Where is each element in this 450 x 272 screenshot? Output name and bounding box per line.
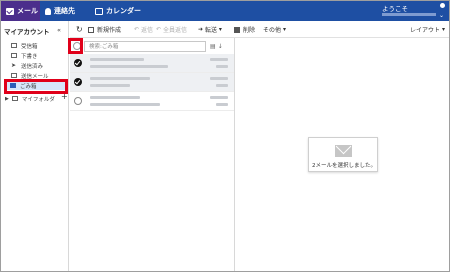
highlight-box-select-all: [68, 38, 83, 54]
welcome-text: ようこそ: [382, 5, 408, 13]
calendar-icon: [95, 7, 103, 15]
reply-button[interactable]: ↶ 返信: [134, 21, 153, 38]
forward-button[interactable]: ➜ 転送 ▾: [198, 21, 222, 38]
list-view-icons[interactable]: ▤ ↓: [210, 43, 223, 50]
row-checkbox-checked[interactable]: [74, 59, 82, 67]
redacted-subject: [90, 103, 160, 106]
chevron-down-icon: ▾: [218, 26, 222, 33]
account-title: マイアカウント: [4, 28, 50, 36]
tab-contacts-label: 連絡先: [54, 7, 75, 15]
reply-all-button[interactable]: ↶ 全員返信: [156, 21, 187, 38]
forward-icon: ➜: [198, 26, 204, 33]
redacted-size: [216, 84, 228, 87]
search-input[interactable]: [84, 41, 206, 52]
redacted-date: [210, 58, 228, 61]
tab-calendar[interactable]: カレンダー: [91, 1, 151, 21]
gear-icon[interactable]: [440, 3, 445, 8]
inbox-icon: [11, 43, 17, 48]
sidebar-item-label: マイフォルダ: [21, 96, 55, 103]
redacted-subject: [90, 84, 130, 87]
app-window: メール 連絡先 カレンダー ようこそ ⌄ マイアカウント « 受信箱 下書き ➤…: [0, 0, 450, 272]
expand-arrow-icon[interactable]: ▶: [5, 96, 9, 102]
collapse-sidebar-button[interactable]: «: [57, 26, 61, 34]
more-actions-label: その他: [263, 27, 282, 34]
redacted-date: [210, 77, 228, 80]
compose-button[interactable]: 新規作成: [88, 21, 121, 38]
message-detail-pane: 2メールを選択しました。: [236, 38, 449, 271]
sidebar-item-my-folders[interactable]: ▶ マイフォルダ: [5, 94, 55, 103]
mail-toolbar: ↻ 新規作成 ↶ 返信 ↶ 全員返信 ➜ 転送 ▾ 削除 その他 ▾ レイアウト…: [70, 21, 449, 38]
sidebar-item-label: 下書き: [21, 53, 38, 60]
user-icon: [45, 7, 51, 15]
delete-button[interactable]: 削除: [234, 21, 255, 38]
forward-label: 転送: [204, 27, 217, 34]
redacted-sender: [90, 96, 140, 99]
more-actions-button[interactable]: その他 ▾: [263, 21, 286, 38]
redacted-username: [382, 13, 436, 16]
redacted-size: [216, 65, 228, 68]
tab-mail[interactable]: メール: [1, 1, 40, 21]
sidebar-item-drafts[interactable]: 下書き: [11, 51, 38, 60]
reply-all-label: 全員返信: [162, 27, 187, 34]
layout-label: レイアウト: [410, 27, 441, 34]
chevron-down-icon: ▾: [441, 26, 445, 33]
envelope-icon: [335, 145, 352, 157]
redacted-sender: [90, 58, 144, 61]
message-list: ▤ ↓: [70, 38, 235, 271]
row-checkbox-checked[interactable]: [74, 78, 82, 86]
top-navigation-bar: メール 連絡先 カレンダー ようこそ ⌄: [1, 1, 449, 21]
redacted-size: [216, 103, 228, 106]
reply-label: 返信: [140, 27, 153, 34]
refresh-button[interactable]: ↻: [76, 21, 83, 38]
compose-label: 新規作成: [97, 27, 122, 34]
sidebar-item-sent[interactable]: ➤ 送信済み: [11, 61, 43, 70]
selection-notice: 2メールを選択しました。: [308, 137, 378, 172]
sidebar-item-label: 送信済み: [21, 63, 44, 70]
sent-icon: ➤: [11, 62, 17, 69]
list-item[interactable]: [70, 73, 234, 92]
chevron-down-icon: ▾: [282, 26, 286, 33]
row-checkbox-unchecked[interactable]: [74, 97, 82, 105]
tab-contacts[interactable]: 連絡先: [41, 1, 84, 21]
layout-button[interactable]: レイアウト ▾: [410, 21, 445, 38]
tab-mail-label: メール: [17, 7, 38, 15]
redacted-date: [210, 96, 228, 99]
folder-icon: [11, 96, 18, 101]
folder-sidebar: マイアカウント « 受信箱 下書き ➤ 送信済み 送信メール ごみ箱 ▶ マイフ…: [1, 21, 69, 271]
list-item[interactable]: [70, 92, 234, 111]
selection-count-text: 2メールを選択しました。: [311, 163, 376, 169]
mail-icon: [6, 7, 14, 15]
trash-icon: [234, 26, 240, 33]
draft-icon: [11, 53, 17, 58]
highlight-box-trash: [4, 79, 68, 94]
redacted-sender: [90, 77, 150, 80]
reply-all-icon: ↶: [156, 26, 162, 33]
reply-icon: ↶: [134, 26, 140, 33]
list-item[interactable]: [70, 54, 234, 73]
delete-label: 削除: [243, 27, 256, 34]
compose-icon: [88, 26, 94, 33]
tab-calendar-label: カレンダー: [106, 7, 141, 15]
redacted-subject: [90, 65, 168, 68]
chevron-down-icon[interactable]: ⌄: [439, 12, 444, 19]
outbox-icon: [11, 73, 17, 78]
sidebar-item-inbox[interactable]: 受信箱: [11, 41, 38, 50]
sidebar-item-label: 受信箱: [21, 43, 38, 50]
